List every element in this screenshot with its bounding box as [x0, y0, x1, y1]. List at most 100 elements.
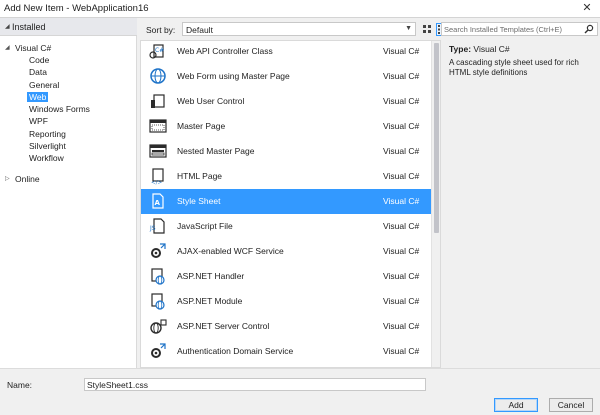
tree-item-label: Web	[27, 92, 49, 102]
template-description: A cascading style sheet used for rich HT…	[449, 58, 579, 77]
template-language: Visual C#	[383, 296, 420, 306]
tree-item-workflow[interactable]: Workflow	[29, 152, 64, 164]
type-line: Type: Visual C#	[449, 44, 510, 54]
sort-bar: Sort by: Default ▼	[140, 18, 440, 40]
svg-text:</>: </>	[151, 180, 162, 185]
add-button[interactable]: Add	[494, 398, 538, 412]
name-field[interactable]	[84, 378, 426, 391]
tree-item-wpf[interactable]: WPF	[29, 115, 48, 127]
template-item-nested-master-page[interactable]: Nested Master Page Visual C#	[141, 139, 431, 164]
tree-item-label: Workflow	[29, 153, 64, 163]
template-language: Visual C#	[383, 96, 420, 106]
template-item-asp-net-handler[interactable]: ASP.NET Handler Visual C#	[141, 264, 431, 289]
template-name: JavaScript File	[177, 221, 233, 231]
template-item-html-page[interactable]: </> HTML Page Visual C#	[141, 164, 431, 189]
close-icon[interactable]: ✕	[580, 1, 594, 15]
template-language: Visual C#	[383, 221, 420, 231]
sort-value: Default	[186, 25, 213, 35]
template-item-style-sheet[interactable]: A Style Sheet Visual C#	[141, 189, 431, 214]
search-input[interactable]	[444, 24, 580, 35]
search-box[interactable]	[441, 22, 598, 36]
template-language: Visual C#	[383, 321, 420, 331]
wcf-service-icon	[149, 242, 167, 260]
template-name: Authentication Domain Service	[177, 346, 294, 356]
type-value: Visual C#	[473, 44, 510, 54]
tree-item-label: Windows Forms	[29, 104, 90, 114]
javascript-file-icon: JS	[149, 217, 167, 235]
sort-dropdown[interactable]: Default ▼	[182, 22, 416, 36]
template-language: Visual C#	[383, 146, 420, 156]
template-item-master-page[interactable]: Master Page Visual C#	[141, 114, 431, 139]
grid-view-icon[interactable]	[421, 23, 434, 36]
domain-service-icon	[149, 342, 167, 360]
cancel-button[interactable]: Cancel	[549, 398, 593, 412]
tree-item-label: Online	[15, 174, 40, 184]
template-item-authentication-domain-service[interactable]: Authentication Domain Service Visual C#	[141, 339, 431, 364]
html-page-icon: </>	[149, 167, 167, 186]
collapse-arrow-icon[interactable]: ◢	[5, 23, 10, 30]
tree-item-data[interactable]: Data	[29, 66, 47, 78]
template-language: Visual C#	[383, 346, 420, 356]
nested-master-page-icon	[149, 142, 167, 160]
server-control-icon	[149, 317, 167, 335]
search-icon[interactable]	[584, 24, 594, 34]
template-list: C# Web API Controller Class Visual C# Web F…	[140, 40, 441, 368]
details-pane: Type: Visual C# A cascading style sheet …	[441, 18, 600, 368]
handler-icon	[149, 267, 167, 285]
user-control-icon	[149, 92, 167, 110]
template-name: ASP.NET Module	[177, 296, 243, 306]
svg-text:A: A	[155, 199, 161, 207]
type-key: Type:	[449, 44, 472, 54]
template-item-asp-net-module[interactable]: ASP.NET Module Visual C#	[141, 289, 431, 314]
template-name: Web User Control	[177, 96, 245, 106]
svg-text:C#: C#	[155, 47, 164, 54]
bottom-bar: Name: Add Cancel	[0, 368, 600, 415]
template-item-ajax-enabled-wcf-service[interactable]: AJAX-enabled WCF Service Visual C#	[141, 239, 431, 264]
svg-text:JS: JS	[149, 225, 156, 232]
template-name: HTML Page	[177, 171, 223, 181]
tree-item-visual-c-[interactable]: ◢ Visual C#	[5, 42, 51, 54]
tree-item-label: Code	[29, 55, 50, 65]
template-item-web-form-using-master-page[interactable]: Web Form using Master Page Visual C#	[141, 64, 431, 89]
installed-header[interactable]: ◢ Installed	[0, 18, 137, 36]
expanded-arrow-icon[interactable]: ◢	[5, 42, 13, 54]
category-pane: ◢ Installed ◢ Visual C# Code Data General Web…	[0, 18, 137, 368]
template-language: Visual C#	[383, 71, 420, 81]
tree-item-online[interactable]: ▷ Online	[5, 173, 40, 185]
template-name: Master Page	[177, 121, 226, 131]
tree-item-label: Reporting	[29, 129, 66, 139]
template-item-javascript-file[interactable]: JS JavaScript File Visual C#	[141, 214, 431, 239]
template-language: Visual C#	[383, 171, 420, 181]
tree-item-windows-forms[interactable]: Windows Forms	[29, 103, 90, 115]
template-item-web-api-controller-class[interactable]: C# Web API Controller Class Visual C#	[141, 41, 431, 64]
template-name: Style Sheet	[177, 196, 221, 206]
style-sheet-icon: A	[149, 192, 167, 210]
template-language: Visual C#	[383, 196, 420, 206]
chevron-down-icon: ▼	[405, 25, 412, 32]
template-name: Nested Master Page	[177, 146, 255, 156]
tree-item-reporting[interactable]: Reporting	[29, 128, 66, 140]
template-item-web-user-control[interactable]: Web User Control Visual C#	[141, 89, 431, 114]
tree-item-label: WPF	[29, 116, 48, 126]
module-icon	[149, 292, 167, 310]
template-language: Visual C#	[383, 246, 420, 256]
tree-item-label: Data	[29, 67, 47, 77]
template-name: ASP.NET Handler	[177, 271, 245, 281]
tree-item-label: General	[29, 80, 60, 90]
template-name: Web Form using Master Page	[177, 71, 290, 81]
template-name: ASP.NET Server Control	[177, 321, 270, 331]
template-language: Visual C#	[383, 121, 420, 131]
template-name: AJAX-enabled WCF Service	[177, 246, 284, 256]
name-label: Name:	[7, 380, 33, 390]
collapsed-arrow-icon[interactable]: ▷	[5, 173, 13, 185]
template-item-asp-net-server-control[interactable]: ASP.NET Server Control Visual C#	[141, 314, 431, 339]
list-scrollbar[interactable]	[431, 41, 440, 367]
controller-class-icon: C#	[149, 42, 167, 60]
master-page-icon	[149, 117, 167, 135]
tree-item-general[interactable]: General	[29, 79, 59, 91]
tree-item-silverlight[interactable]: Silverlight	[29, 140, 66, 152]
title-bar: Add New Item - WebApplication16 ✕	[0, 0, 600, 18]
tree-item-code[interactable]: Code	[29, 54, 49, 66]
tree-item-web[interactable]: Web	[27, 91, 49, 103]
scrollbar-thumb[interactable]	[434, 43, 439, 233]
